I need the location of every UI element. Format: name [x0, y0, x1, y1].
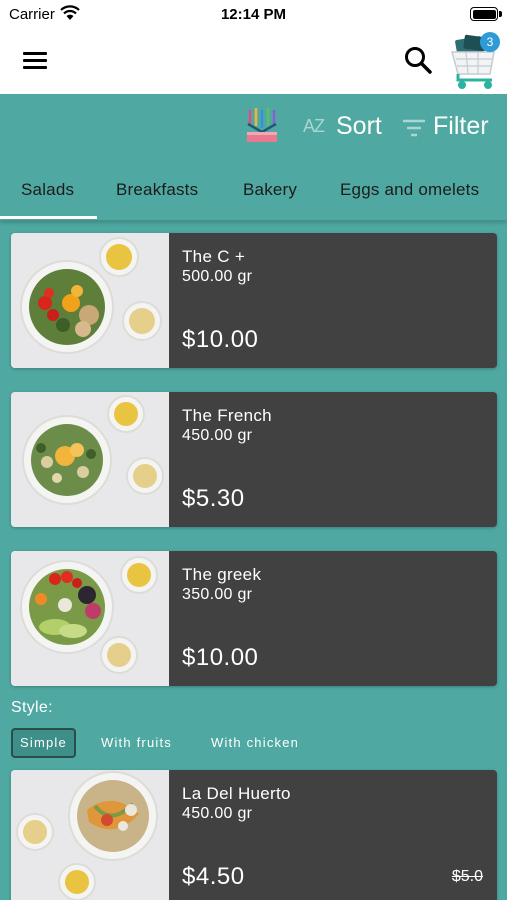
- active-tab-indicator: [0, 216, 97, 219]
- product-name: La Del Huerto: [182, 784, 291, 803]
- product-weight: 500.00 gr: [182, 268, 253, 285]
- product-image: [11, 392, 169, 527]
- battery-tip: [499, 11, 502, 17]
- filter-label: Filter: [433, 112, 489, 140]
- category-menu-icon[interactable]: [244, 106, 280, 146]
- product-card[interactable]: The French 450.00 gr $5.30: [11, 392, 497, 527]
- product-image: [11, 551, 169, 686]
- product-price: $10.00: [182, 644, 259, 671]
- product-weight: 450.00 gr: [182, 427, 253, 444]
- cart-count-badge: 3: [480, 32, 500, 52]
- app-bar: 3: [0, 28, 507, 94]
- search-icon[interactable]: [402, 44, 434, 76]
- product-name: The French: [182, 406, 272, 425]
- product-weight: 450.00 gr: [182, 805, 253, 822]
- battery-icon: [470, 7, 498, 21]
- clock: 12:14 PM: [220, 6, 287, 23]
- status-bar: Carrier 12:14 PM: [0, 0, 507, 28]
- tab-bakery[interactable]: Bakery: [243, 180, 297, 200]
- list-toolbar: AZ Sort Filter: [0, 94, 507, 158]
- product-weight: 350.00 gr: [182, 586, 253, 603]
- product-name: The C +: [182, 247, 246, 266]
- tab-eggs-and-omelets[interactable]: Eggs and omelets: [340, 180, 479, 200]
- sort-label: Sort: [336, 112, 382, 140]
- product-price: $4.50: [182, 863, 245, 890]
- style-chip-with-chicken[interactable]: With chicken: [211, 730, 299, 760]
- product-card[interactable]: The greek 350.00 gr $10.00: [11, 551, 497, 686]
- cart-button[interactable]: 3: [448, 32, 502, 92]
- product-card[interactable]: La Del Huerto 450.00 gr $4.50 $5.0: [11, 770, 497, 900]
- hamburger-menu-icon[interactable]: [23, 50, 47, 70]
- product-card[interactable]: The C + 500.00 gr $10.00: [11, 233, 497, 368]
- sort-az-icon: AZ: [303, 116, 325, 136]
- product-image: [11, 233, 169, 368]
- tab-breakfasts[interactable]: Breakfasts: [116, 180, 198, 200]
- product-price: $5.30: [182, 485, 245, 512]
- product-image: [11, 770, 169, 900]
- style-chip-simple[interactable]: Simple: [11, 728, 76, 758]
- style-chip-with-fruits[interactable]: With fruits: [101, 730, 172, 760]
- category-tabs: Salads Breakfasts Bakery Eggs and omelet…: [0, 160, 507, 220]
- product-name: The greek: [182, 565, 262, 584]
- product-price: $10.00: [182, 326, 259, 353]
- filter-icon: [403, 119, 425, 137]
- style-filter-label: Style:: [11, 699, 53, 716]
- product-old-price: $5.0: [451, 868, 483, 885]
- tab-salads[interactable]: Salads: [21, 180, 74, 200]
